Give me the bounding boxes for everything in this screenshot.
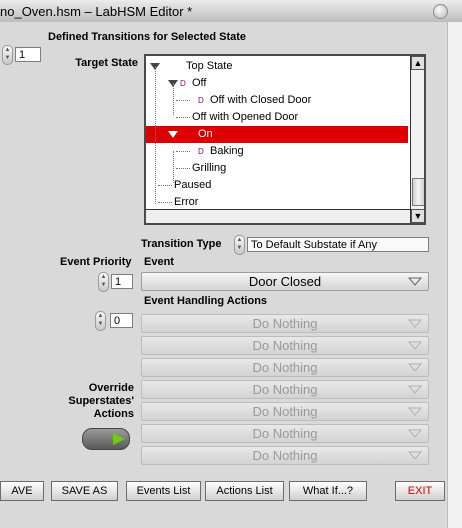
action-dropdown-value: Do Nothing	[252, 338, 318, 353]
led-indicator-icon	[113, 433, 125, 445]
tree-connector	[158, 185, 172, 186]
tree-item-label: Paused	[174, 179, 212, 191]
tree-vertical-scrollbar[interactable]: ▲ ▼	[410, 56, 424, 223]
event-dropdown[interactable]: Door Closed	[141, 272, 429, 291]
tree-item[interactable]: On	[146, 126, 408, 143]
action-dropdown-value: Do Nothing	[252, 360, 318, 375]
save-button[interactable]: AVE	[0, 481, 44, 501]
tree-item-label: Baking	[210, 145, 244, 157]
tree-item[interactable]: Top State	[146, 58, 408, 75]
section-title: Defined Transitions for Selected State	[48, 31, 247, 43]
event-priority-label: Event Priority	[60, 256, 132, 268]
action-dropdown-value: Do Nothing	[252, 448, 318, 463]
tree-connector	[176, 117, 190, 118]
target-state-tree[interactable]: Top State D Off D Off with Closed Door Off wi…	[144, 54, 426, 225]
left-counter-increment-button[interactable]: ▲ ▼	[2, 45, 13, 65]
tree-item-label: Top State	[186, 60, 233, 72]
override-label-line: Superstates'	[68, 395, 134, 407]
dropdown-arrow-icon	[408, 277, 422, 286]
scroll-up-arrow-icon[interactable]: ▲	[411, 56, 424, 70]
window-title: no_Oven.hsm – LabHSM Editor *	[0, 4, 193, 19]
events-list-button[interactable]: Events List	[126, 481, 201, 501]
action-dropdown[interactable]: Do Nothing	[141, 446, 429, 465]
tree-item-label: On	[198, 128, 213, 140]
action-dropdown-value: Do Nothing	[252, 404, 318, 419]
action-dropdown[interactable]: Do Nothing	[141, 336, 429, 355]
scroll-down-arrow-icon[interactable]: ▼	[411, 209, 424, 223]
tree-connector	[176, 100, 190, 101]
tree-item[interactable]: Grilling	[146, 160, 408, 177]
dropdown-arrow-icon	[408, 363, 422, 372]
tree-horizontal-scrollbar[interactable]	[146, 209, 410, 223]
tree-item-label: Grilling	[192, 162, 227, 174]
tree-item[interactable]: Paused	[146, 177, 408, 194]
window-zoom-button[interactable]	[433, 4, 448, 19]
default-substate-icon: D	[198, 96, 204, 105]
action-dropdown[interactable]: Do Nothing	[141, 402, 429, 421]
transition-type-stepper[interactable]: ▲ ▼	[234, 235, 245, 255]
title-bar: no_Oven.hsm – LabHSM Editor *	[0, 0, 462, 23]
tree-item[interactable]: D Baking	[146, 143, 408, 160]
action-dropdown[interactable]: Do Nothing	[141, 358, 429, 377]
action-dropdown-value: Do Nothing	[252, 426, 318, 441]
what-if-button[interactable]: What If...?	[289, 481, 367, 501]
action-dropdown[interactable]: Do Nothing	[141, 380, 429, 399]
tree-item[interactable]: D Off	[146, 75, 408, 92]
action-dropdown-value: Do Nothing	[252, 316, 318, 331]
transition-type-label: Transition Type	[141, 238, 222, 250]
save-as-button[interactable]: SAVE AS	[51, 481, 118, 501]
default-substate-icon: D	[180, 79, 186, 88]
event-label: Event	[144, 256, 174, 268]
dropdown-arrow-icon	[408, 319, 422, 328]
window-resize-strip	[447, 22, 462, 528]
action-dropdown[interactable]: Do Nothing	[141, 314, 429, 333]
tree-connector	[173, 83, 174, 115]
event-priority-field[interactable]: 1	[111, 274, 133, 289]
default-substate-icon: D	[198, 147, 204, 156]
tree-item-label: Off with Opened Door	[192, 111, 299, 123]
override-label-line: Actions	[93, 408, 134, 420]
transition-type-field[interactable]: To Default Substate if Any	[247, 237, 429, 252]
actions-list-button[interactable]: Actions List	[205, 481, 284, 501]
override-label: Override Superstates' Actions	[50, 382, 134, 421]
dropdown-arrow-icon	[408, 451, 422, 460]
action-dropdown-value: Do Nothing	[252, 382, 318, 397]
event-handling-index-field[interactable]: 0	[110, 313, 133, 328]
event-dropdown-value: Door Closed	[248, 274, 322, 289]
override-superstates-toggle[interactable]	[82, 428, 130, 450]
tree-item[interactable]: Off with Opened Door	[146, 109, 408, 126]
tree-item-label: Off	[192, 77, 207, 89]
tree-connector	[173, 151, 174, 183]
tree-connector	[158, 202, 172, 203]
tree-connector	[155, 66, 156, 204]
tree-connector	[176, 151, 190, 152]
event-priority-stepper[interactable]: ▲ ▼	[98, 272, 109, 292]
left-counter-field[interactable]: 1	[15, 47, 41, 62]
target-state-label: Target State	[75, 57, 138, 69]
expand-triangle-icon[interactable]	[168, 131, 178, 138]
dropdown-arrow-icon	[408, 407, 422, 416]
dropdown-arrow-icon	[408, 341, 422, 350]
exit-button[interactable]: EXIT	[395, 481, 445, 501]
scroll-thumb[interactable]	[412, 178, 424, 206]
dropdown-arrow-icon	[408, 429, 422, 438]
override-label-line: Override	[88, 382, 134, 394]
action-dropdown[interactable]: Do Nothing	[141, 424, 429, 443]
event-handling-label: Event Handling Actions	[144, 295, 268, 307]
dropdown-arrow-icon	[408, 385, 422, 394]
tree-item[interactable]: D Off with Closed Door	[146, 92, 408, 109]
event-handling-index-stepper[interactable]: ▲ ▼	[95, 311, 106, 331]
tree-item-label: Off with Closed Door	[210, 94, 312, 106]
tree-connector	[176, 168, 190, 169]
